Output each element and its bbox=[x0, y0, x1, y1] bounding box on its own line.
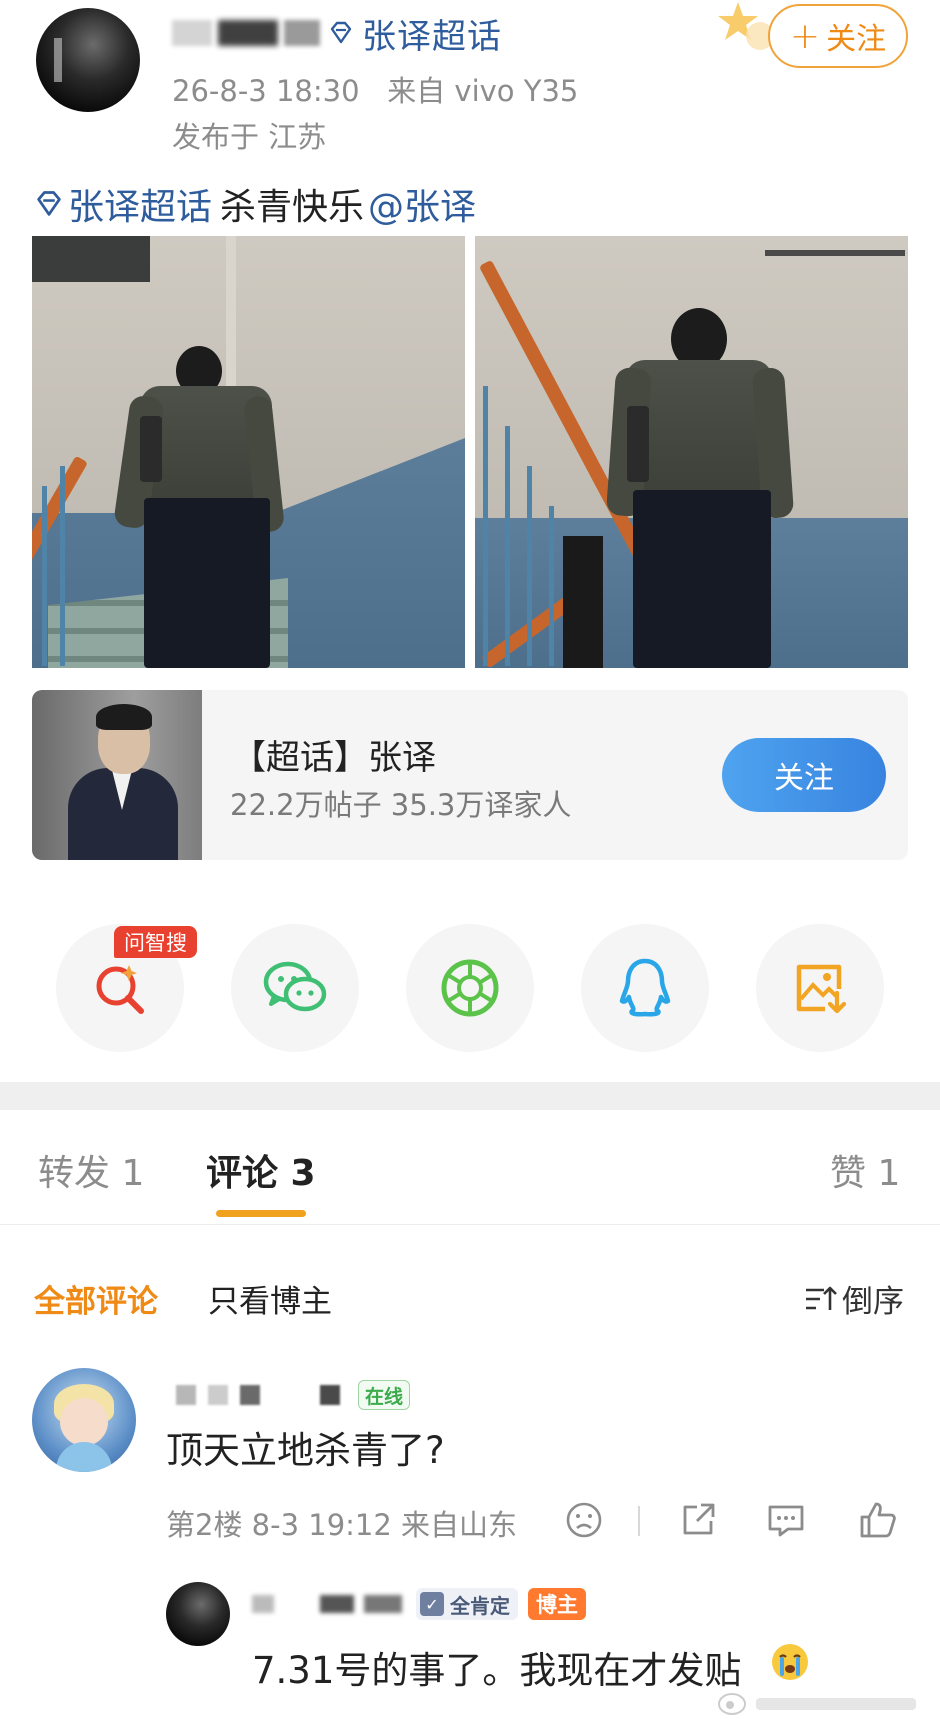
comment-bubble-icon bbox=[768, 1505, 804, 1537]
author-avatar[interactable] bbox=[36, 8, 140, 112]
reply-author-name-redacted bbox=[252, 1595, 274, 1613]
thumbs-up-icon bbox=[860, 1502, 896, 1538]
sort-order-icon bbox=[806, 1286, 837, 1310]
sort-label: 倒序 bbox=[842, 1284, 904, 1320]
reply-text: 7.31号的事了。我现在才发贴 bbox=[252, 1649, 742, 1692]
post-photo-2[interactable] bbox=[475, 236, 908, 668]
search-ai-icon bbox=[96, 965, 144, 1014]
supertopic-title: 【超话】张译 bbox=[232, 738, 436, 778]
tab-comments[interactable]: 评论 3 bbox=[206, 1144, 316, 1196]
commenter-name-redacted bbox=[176, 1385, 196, 1405]
post-timestamp: 26-8-3 18:30 bbox=[172, 74, 360, 108]
supertopic-diamond-icon bbox=[37, 191, 61, 216]
supertopic-card[interactable]: 【超话】张译 22.2万帖子 35.3万译家人 关注 bbox=[32, 690, 908, 860]
commenter-name-row[interactable]: 在线 bbox=[176, 1378, 411, 1412]
supertopic-cover-image bbox=[32, 690, 202, 860]
post-photo-1[interactable] bbox=[32, 236, 465, 668]
comment-like-button[interactable] bbox=[858, 1500, 898, 1540]
body-text: 杀青快乐 bbox=[220, 187, 365, 228]
supertopic-stats: 22.2万帖子 35.3万译家人 bbox=[230, 788, 572, 822]
sad-face-icon bbox=[566, 1502, 602, 1538]
sort-toggle[interactable]: 倒序 bbox=[804, 1276, 904, 1321]
comment-dislike-button[interactable] bbox=[564, 1500, 604, 1540]
qq-icon bbox=[619, 958, 671, 1017]
supertopic-follow-button[interactable]: 关注 bbox=[722, 738, 886, 812]
crying-emoji-icon bbox=[772, 1644, 808, 1680]
active-tab-indicator bbox=[216, 1210, 306, 1217]
post-meta: 26-8-3 18:30 来自 vivo Y35 bbox=[172, 68, 578, 110]
follow-author-button[interactable]: + 关注 bbox=[768, 4, 908, 68]
share-icon bbox=[683, 1503, 715, 1535]
ai-search-badge: 问智搜 bbox=[114, 926, 197, 958]
post-body: 张译超话 杀青快乐 @张译 bbox=[34, 178, 476, 230]
section-divider bbox=[0, 1082, 940, 1110]
share-wechat-button[interactable] bbox=[231, 924, 359, 1052]
check-icon: ✓ bbox=[420, 1592, 444, 1616]
reply-author-name-redacted bbox=[320, 1595, 354, 1613]
host-badge: 博主 bbox=[528, 1588, 586, 1620]
filter-host-only[interactable]: 只看博主 bbox=[208, 1276, 332, 1321]
reply-author-name-redacted bbox=[364, 1595, 402, 1613]
follow-label: 关注 bbox=[826, 22, 887, 57]
commenter-name-redacted bbox=[208, 1385, 228, 1405]
commenter-name-redacted bbox=[320, 1385, 340, 1405]
tab-likes[interactable]: 赞 1 bbox=[830, 1144, 900, 1196]
author-name-row[interactable]: 张译超话 bbox=[172, 9, 502, 58]
body-topic-link[interactable]: 张译超话 bbox=[68, 178, 212, 230]
moments-icon bbox=[441, 959, 499, 1017]
tab-repost[interactable]: 转发 1 bbox=[38, 1144, 144, 1196]
save-image-button[interactable] bbox=[756, 924, 884, 1052]
weibo-watermark-icon bbox=[718, 1693, 916, 1715]
author-name-redacted bbox=[284, 20, 320, 46]
star-decoration-icon bbox=[718, 2, 774, 50]
action-divider bbox=[638, 1506, 640, 1536]
wechat-icon bbox=[263, 961, 327, 1012]
approve-badge-label: 全肯定 bbox=[450, 1593, 510, 1618]
post-location: 发布于 江苏 bbox=[172, 120, 327, 154]
reply-author-avatar[interactable] bbox=[166, 1582, 230, 1646]
plus-icon: + bbox=[789, 15, 821, 57]
post-device: vivo Y35 bbox=[454, 74, 579, 108]
supertopic-diamond-icon bbox=[330, 21, 352, 44]
share-moments-button[interactable] bbox=[406, 924, 534, 1052]
online-status-badge: 在线 bbox=[358, 1380, 411, 1410]
reply-author-name-row[interactable]: ✓ 全肯定 博主 bbox=[252, 1586, 586, 1622]
comment-meta: 第2楼 8-3 19:12 来自山东 bbox=[166, 1508, 518, 1542]
body-mention-link[interactable]: @张译 bbox=[368, 178, 476, 230]
tab-divider bbox=[0, 1224, 940, 1225]
comment-text: 顶天立地杀青了? bbox=[166, 1429, 445, 1472]
supertopic-link[interactable]: 张译超话 bbox=[362, 9, 502, 58]
author-name-redacted bbox=[172, 20, 212, 46]
save-image-icon bbox=[796, 964, 847, 1014]
commenter-avatar[interactable] bbox=[32, 1368, 136, 1472]
comment-share-button[interactable] bbox=[678, 1500, 718, 1540]
filter-all-comments[interactable]: 全部评论 bbox=[34, 1276, 158, 1321]
author-name-redacted bbox=[218, 20, 278, 46]
approve-badge: ✓ 全肯定 bbox=[416, 1588, 518, 1620]
post-source-prefix: 来自 bbox=[387, 74, 446, 108]
comment-reply-button[interactable] bbox=[766, 1500, 806, 1540]
commenter-name-redacted bbox=[240, 1385, 260, 1405]
share-qq-button[interactable] bbox=[581, 924, 709, 1052]
